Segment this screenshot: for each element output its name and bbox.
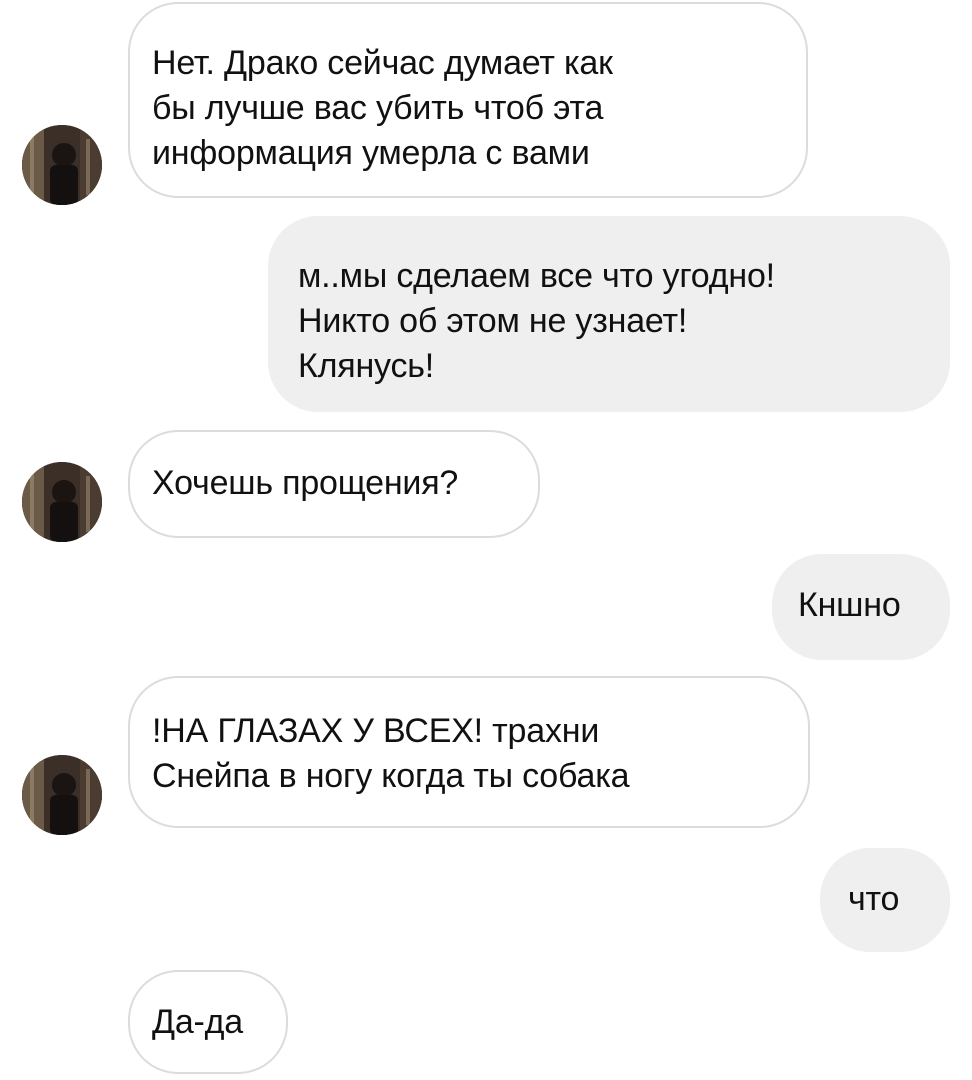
message-text-line: Нет. Драко сейчас думает как xyxy=(152,44,613,82)
avatar-photo-icon xyxy=(22,462,102,542)
chat-thread: Нет. Драко сейчас думает как бы лучше ва… xyxy=(0,0,972,1080)
message-text-line: бы лучше вас убить чтоб эта xyxy=(152,89,604,127)
message-text-line: Да-да xyxy=(152,1003,244,1041)
message-text-line: Кншно xyxy=(798,586,901,624)
message-text-line: Хочешь прощения? xyxy=(152,464,459,502)
avatar-photo-icon xyxy=(22,125,102,205)
message-text-line: Снейпа в ногу когда ты собака xyxy=(152,757,630,795)
message-text-line: !НА ГЛАЗАХ У ВСЕХ! трахни xyxy=(152,712,600,750)
message-bubble-outgoing[interactable]: м..мы сделаем все что угодно! Никто об э… xyxy=(268,216,950,412)
message-bubble-outgoing[interactable]: Кншно xyxy=(772,554,950,660)
avatar-photo-icon xyxy=(22,755,102,835)
message-bubble-incoming[interactable]: Хочешь прощения? xyxy=(128,430,540,538)
contact-avatar[interactable] xyxy=(22,462,102,542)
message-text-line: Клянусь! xyxy=(298,347,435,385)
message-text-line: Никто об этом не узнает! xyxy=(298,302,688,340)
message-text-line: м..мы сделаем все что угодно! xyxy=(298,257,775,295)
message-bubble-incoming[interactable]: Да-да xyxy=(128,970,288,1074)
message-bubble-incoming[interactable]: Нет. Драко сейчас думает как бы лучше ва… xyxy=(128,2,808,198)
message-bubble-outgoing[interactable]: что xyxy=(820,848,950,952)
message-text-line: что xyxy=(848,880,900,918)
message-text-line: информация умерла с вами xyxy=(152,134,590,172)
contact-avatar[interactable] xyxy=(22,125,102,205)
message-bubble-incoming[interactable]: !НА ГЛАЗАХ У ВСЕХ! трахни Снейпа в ногу … xyxy=(128,676,810,828)
contact-avatar[interactable] xyxy=(22,755,102,835)
